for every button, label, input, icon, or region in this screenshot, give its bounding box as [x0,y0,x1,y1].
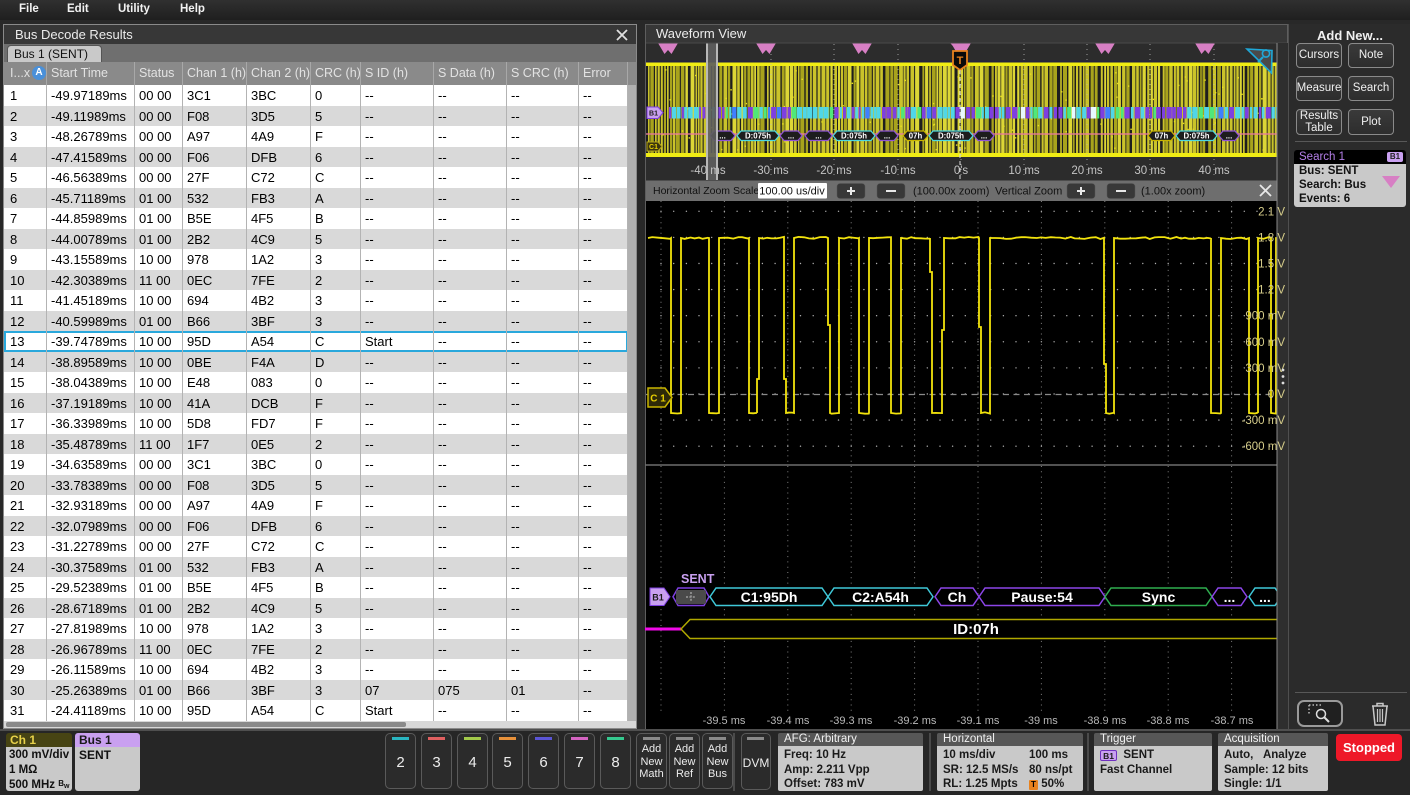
svg-text:0's: 0's [954,165,969,177]
svg-text:...: ... [1224,589,1236,605]
svg-text:C1:95Dh: C1:95Dh [741,589,798,605]
svg-text:1.5 V: 1.5 V [1258,259,1285,271]
svg-text:(1.00x zoom): (1.00x zoom) [1141,186,1205,198]
svg-text:30 ms: 30 ms [1134,165,1166,177]
svg-text:07h: 07h [909,132,923,141]
svg-text:-38.7 ms: -38.7 ms [1211,715,1254,727]
svg-text:-39 ms: -39 ms [1024,715,1058,727]
svg-text:300 mV: 300 mV [1245,363,1285,375]
svg-text:-39.1 ms: -39.1 ms [957,715,1000,727]
svg-text:-30 ms: -30 ms [753,165,788,177]
svg-text:-600 mV: -600 mV [1242,441,1286,453]
svg-text:C1: C1 [649,144,658,151]
svg-text:D:075h: D:075h [745,132,771,141]
svg-text:D:075h: D:075h [841,132,867,141]
svg-text:-38.9 ms: -38.9 ms [1084,715,1127,727]
svg-text:-39.5 ms: -39.5 ms [703,715,746,727]
svg-text:2.1 V: 2.1 V [1258,206,1285,218]
svg-text:C2:A54h: C2:A54h [852,589,909,605]
svg-text:B1: B1 [652,593,664,603]
svg-text:Waveform View: Waveform View [656,26,747,41]
svg-text:1.2 V: 1.2 V [1258,285,1285,297]
svg-text:900 mV: 900 mV [1245,311,1285,323]
svg-text:Vertical Zoom: Vertical Zoom [995,186,1062,198]
svg-text:40 ms: 40 ms [1198,165,1230,177]
svg-text:-39.2 ms: -39.2 ms [894,715,937,727]
svg-text:-20 ms: -20 ms [816,165,851,177]
svg-text:Sync: Sync [1142,589,1176,605]
svg-text:07h: 07h [1155,132,1169,141]
svg-text:-39.3 ms: -39.3 ms [830,715,873,727]
svg-text:...: ... [788,132,795,141]
svg-text:...: ... [815,132,822,141]
svg-text:C 1: C 1 [650,394,666,405]
svg-text:B1: B1 [649,111,658,118]
svg-text:-300 mV: -300 mV [1242,415,1286,427]
svg-text:ID:07h: ID:07h [953,621,999,638]
svg-text:600 mV: 600 mV [1245,337,1285,349]
svg-text:...: ... [1259,589,1271,605]
svg-text:(100.00x zoom): (100.00x zoom) [913,186,989,198]
svg-text:-39.4 ms: -39.4 ms [767,715,810,727]
svg-text:...: ... [981,132,988,141]
svg-text:10 ms: 10 ms [1008,165,1040,177]
svg-text:Horizontal Zoom Scale: Horizontal Zoom Scale [653,185,759,197]
svg-text:SENT: SENT [681,572,715,586]
svg-text:-38.8 ms: -38.8 ms [1147,715,1190,727]
svg-text:1.8 V: 1.8 V [1258,232,1285,244]
svg-text:-10 ms: -10 ms [880,165,915,177]
svg-text:...: ... [1226,132,1233,141]
svg-text:20 ms: 20 ms [1071,165,1103,177]
svg-text:Ch: Ch [948,589,967,605]
svg-text:...: ... [719,132,726,141]
svg-text:100.00 us/div: 100.00 us/div [759,186,825,198]
svg-text:...: ... [884,132,891,141]
svg-text:D:075h: D:075h [1184,132,1210,141]
svg-text:Pause:54: Pause:54 [1011,589,1073,605]
svg-text:-40 ms: -40 ms [690,165,725,177]
svg-text:T: T [957,55,964,67]
svg-text:0 V: 0 V [1268,389,1286,401]
